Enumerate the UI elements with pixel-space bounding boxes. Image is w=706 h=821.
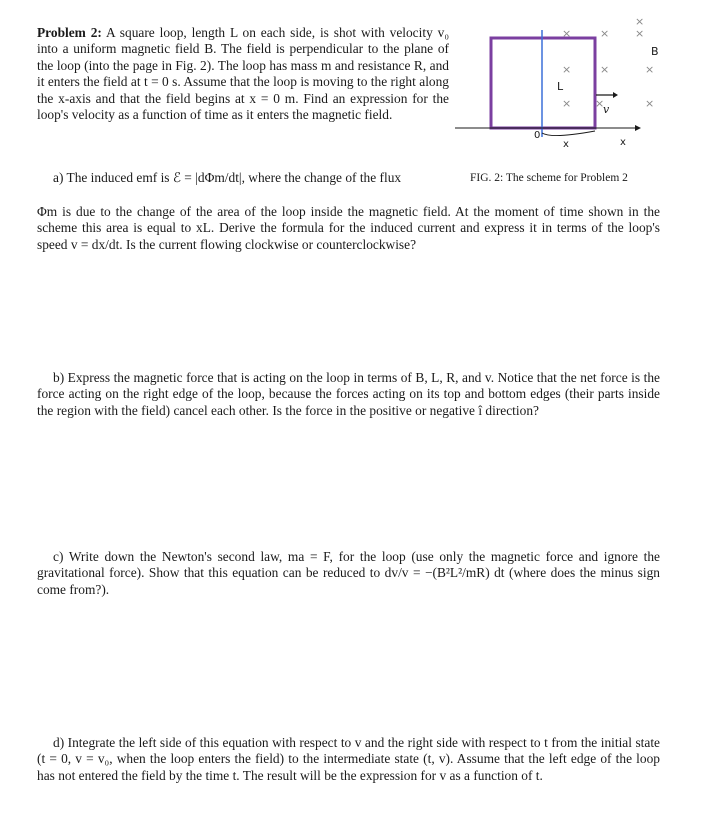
field-mark-x: × (562, 97, 571, 110)
velocity-arrowhead (613, 92, 618, 98)
problem-statement: Problem 2: A square loop, length L on ea… (37, 25, 449, 123)
field-mark-x: × (600, 27, 609, 40)
part-a-line1: a) The induced emf is ℰ = |dΦm/dt|, wher… (37, 170, 449, 186)
loop-square (489, 36, 597, 130)
part-c-body: c) Write down the Newton's second law, m… (37, 549, 660, 597)
part-d-body: d) Integrate the left side of this equat… (37, 735, 660, 783)
part-a-text: Φm is due to the change of the area of t… (37, 204, 660, 252)
position-indicator (541, 130, 596, 137)
figure-caption: FIG. 2: The scheme for Problem 2 (470, 172, 628, 184)
label-x-position: x (563, 139, 569, 150)
problem-heading: Problem 2: (37, 25, 102, 40)
field-marks: × × ×× × ×× × ×× (562, 15, 654, 110)
part-b-body: b) Express the magnetic force that is ac… (37, 370, 660, 418)
field-mark-x: × (562, 63, 571, 76)
field-mark-x: × (635, 27, 644, 40)
label-v: v (603, 103, 610, 116)
label-L: L (557, 80, 564, 93)
field-mark-x: × (645, 97, 654, 110)
x-axis-arrowhead (635, 125, 641, 131)
part-d-text: d) Integrate the left side of this equat… (37, 735, 660, 784)
label-origin: 0 (534, 130, 540, 141)
part-a-text-line1: a) The induced emf is ℰ = |dΦm/dt|, wher… (53, 170, 402, 185)
label-x-axis: x (620, 137, 626, 148)
part-c-text: c) Write down the Newton's second law, m… (37, 549, 660, 598)
field-mark-x: × (645, 63, 654, 76)
figure-scheme: × × ×× × ×× × ×× L v B 0 x x (455, 15, 659, 150)
part-b-text: b) Express the magnetic force that is ac… (37, 370, 660, 419)
field-mark-x: × (600, 63, 609, 76)
field-mark-x: × (635, 15, 644, 28)
label-B: B (651, 45, 659, 58)
